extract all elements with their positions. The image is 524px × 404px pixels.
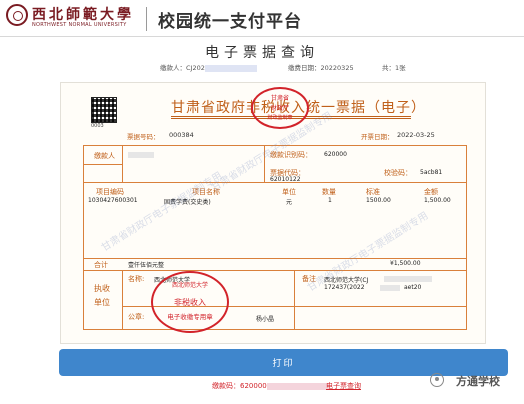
item-qty: 1 <box>328 197 332 204</box>
date-meta: 缴费日期：20220325 <box>288 62 354 72</box>
remark-redaction <box>380 284 400 291</box>
count-label: 共： <box>382 64 395 72</box>
handler-name: 杨小晶 <box>256 316 275 323</box>
payer-label: 缴款人 <box>94 152 115 160</box>
stamp-text: 财政监制章 <box>267 115 293 121</box>
total-value: ¥1,500.00 <box>390 260 421 267</box>
bill-code-value: 62010122 <box>270 176 301 183</box>
non-tax-collection-stamp: 西北师范大学 非税收入 电子收缴专用章 <box>151 271 229 333</box>
redaction <box>128 151 154 158</box>
total-cn: 壹仟伍佰元整 <box>128 262 165 269</box>
column-header: 数量 <box>322 188 336 196</box>
page-title: 电子票据查询 <box>205 45 319 61</box>
number-value: 000384 <box>169 131 194 139</box>
item-amount: 1,500.00 <box>424 197 451 204</box>
grid-line <box>84 164 122 165</box>
item-std: 1500.00 <box>366 197 391 204</box>
wechat-icon <box>430 373 444 387</box>
item-name: 固费学费(交史类) <box>164 199 211 206</box>
invoice-table: 缴款人 缴款识别码： 620000 票据代码： 62010122 校验码： 5a… <box>83 145 467 330</box>
column-header: 标准 <box>366 188 380 196</box>
item-unit: 元 <box>286 199 293 206</box>
platform-title: 校园统一支付平台 <box>158 12 302 32</box>
remark-redaction <box>384 275 432 282</box>
grid-line <box>84 258 466 259</box>
date-label: 缴费日期： <box>288 64 321 72</box>
header-divider <box>146 7 147 31</box>
total-label: 合计 <box>94 261 108 269</box>
grid-line <box>84 270 466 271</box>
redaction <box>266 382 329 390</box>
check-code-label: 校验码： <box>384 169 412 177</box>
university-name-cn: 西北師範大學 <box>32 7 134 23</box>
redaction <box>204 64 257 72</box>
grid-line <box>264 146 265 182</box>
remark-line-2: 172437(2022 <box>324 284 365 291</box>
issue-date-value: 2022-03-25 <box>397 131 435 139</box>
stamp-text: 财政厅 <box>270 105 289 112</box>
top-bar: 西北師範大學 NORTHWEST NORMAL UNIVERSITY 校园统一支… <box>0 0 524 37</box>
redaction <box>380 284 400 291</box>
number-label: 票据号码： <box>127 133 160 141</box>
remark-line-1: 西北师范大学(CJ <box>324 277 369 284</box>
remark-label: 备注 <box>302 275 316 283</box>
issue-date-label: 开票日期： <box>361 133 394 141</box>
e-invoice: 0003 甘肃省政府非税收入统一票据（电子） 票据号码： 000384 开票日期… <box>60 82 486 344</box>
university-name-en: NORTHWEST NORMAL UNIVERSITY <box>32 22 127 28</box>
payment-code-label: 缴款码： <box>212 382 240 390</box>
redaction <box>384 275 432 282</box>
count-value: 1张 <box>395 64 406 72</box>
grid-line <box>122 270 123 330</box>
count-meta: 共：1张 <box>382 62 406 72</box>
stamp-text: 西北师范大学 <box>171 282 208 289</box>
payment-code-value: 620000 <box>240 382 267 390</box>
grid-line <box>122 146 123 182</box>
qr-label: 0003 <box>91 123 104 129</box>
date-value: 20220325 <box>320 64 354 72</box>
column-header: 单位 <box>282 188 296 196</box>
payer-value: CJ202 <box>186 64 205 72</box>
exec-unit-label: 执收单位 <box>94 284 110 307</box>
check-code-value: 5acb81 <box>420 169 443 176</box>
wechat-watermark: 方通学校 <box>430 372 522 390</box>
university-seal-icon <box>6 4 28 26</box>
column-header: 项目名称 <box>192 188 220 196</box>
column-header: 金额 <box>424 188 438 196</box>
remark-line-3: aet20 <box>404 284 422 291</box>
payer-code-label: 缴款识别码： <box>270 151 312 159</box>
grid-line <box>294 270 295 330</box>
seal-label: 公章: <box>128 313 145 321</box>
stamp-text: 电子收缴专用章 <box>167 313 213 321</box>
stamp-text: 非税收入 <box>174 298 206 307</box>
unit-name-label: 名称: <box>128 275 145 283</box>
payer-label: 缴款人： <box>160 64 186 72</box>
payer-meta: 缴款人：CJ202 <box>160 62 257 72</box>
payer-code-value: 620000 <box>324 151 347 158</box>
qr-code-icon <box>91 97 117 123</box>
wechat-account-name: 方通学校 <box>456 375 500 388</box>
column-header: 项目编码 <box>96 188 124 196</box>
item-code: 1030427600301 <box>88 197 138 204</box>
payer-value <box>128 151 154 158</box>
invoice-query-link[interactable]: 电子票查询 <box>326 381 361 391</box>
footer-payment-code: 缴款码：620000 <box>212 381 329 391</box>
stamp-text: 甘肃省 <box>270 95 289 102</box>
finance-supervision-stamp: 甘肃省 财政厅 财政监制章 <box>251 87 309 129</box>
